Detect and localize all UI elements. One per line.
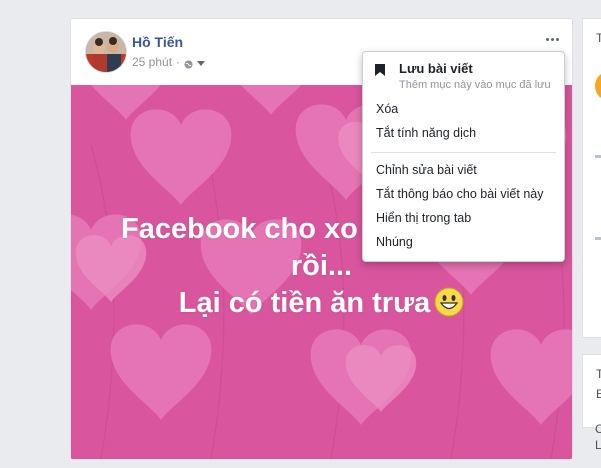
post-time[interactable]: 25 phút	[132, 55, 172, 69]
menu-item-turn-off-notifications[interactable]: Tắt thông báo cho bài viết này	[376, 187, 543, 201]
save-post-title: Lưu bài viết	[399, 61, 473, 76]
more-options-icon[interactable]	[540, 29, 564, 49]
sidebar-mark	[595, 155, 601, 158]
grinning-emoji-icon	[434, 287, 464, 317]
sidebar-text: T	[596, 31, 601, 45]
bookmark-icon	[375, 63, 385, 76]
sidebar-text: E	[596, 387, 601, 401]
menu-item-embed[interactable]: Nhúng	[376, 235, 413, 249]
sidebar-mark	[595, 237, 601, 240]
caret-down-icon[interactable]	[197, 55, 206, 69]
avatar[interactable]	[85, 31, 127, 73]
menu-item-disable-translation[interactable]: Tắt tính năng dịch	[376, 126, 476, 140]
sidebar-text: T	[596, 367, 601, 381]
sidebar-card: T	[582, 18, 601, 338]
save-post-subtitle: Thêm mục này vào mục đã lưu	[399, 79, 551, 91]
sidebar-card-2: T E	[582, 354, 601, 428]
sidebar-avatar[interactable]	[595, 71, 601, 101]
post-text-line-3: Lại có tiền ăn trưa	[91, 285, 552, 322]
menu-item-edit-post[interactable]: Chỉnh sửa bài viết	[376, 163, 477, 177]
post-text-line-3-text: Lại có tiền ăn trưa	[178, 287, 431, 319]
author-name[interactable]: Hồ Tiến	[132, 34, 183, 50]
sidebar-text: C	[595, 422, 601, 436]
meta-separator: ·	[176, 55, 181, 69]
post-meta: 25 phút ·	[132, 55, 206, 69]
menu-divider	[371, 152, 556, 153]
globe-icon[interactable]	[184, 58, 193, 69]
right-sidebar: T T E C L	[582, 18, 601, 468]
menu-item-delete[interactable]: Xóa	[376, 102, 398, 116]
menu-item-show-in-tab[interactable]: Hiển thị trong tab	[376, 211, 471, 225]
post-options-menu: Lưu bài viết Thêm mục này vào mục đã lưu…	[362, 51, 565, 262]
sidebar-text: L	[595, 438, 601, 452]
